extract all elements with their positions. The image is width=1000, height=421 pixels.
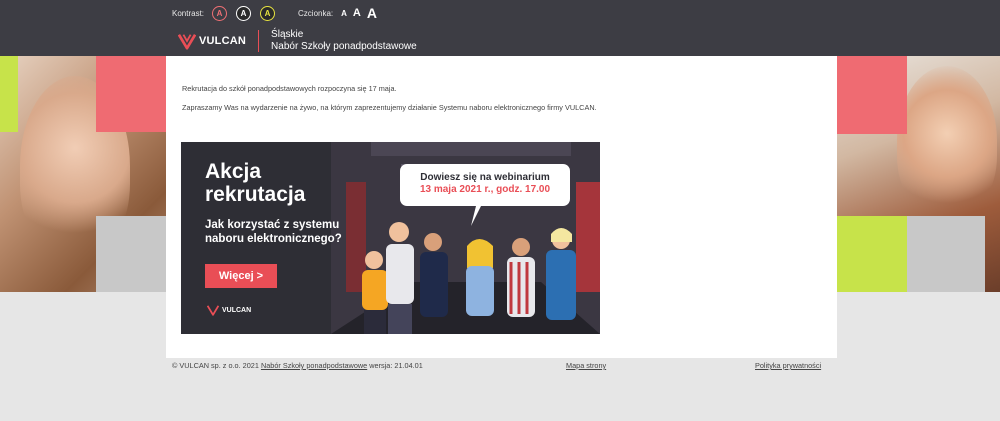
right-decorative-photo (837, 56, 1000, 292)
system-link[interactable]: Nabór Szkoły ponadpodstawowe (261, 361, 367, 370)
contrast-white-button[interactable]: A (236, 5, 252, 21)
banner-logo: VULCAN (207, 304, 251, 316)
right-gray-block (907, 216, 985, 292)
bubble-date: 13 maja 2021 r., godz. 17.00 (419, 184, 551, 195)
banner-subtitle-line1: Jak korzystać z systemu (205, 219, 340, 231)
brand-divider (258, 30, 260, 52)
webinar-banner[interactable]: Akcja rekrutacja Jak korzystać z systemu… (181, 142, 600, 334)
font-small-button[interactable]: A (341, 9, 347, 18)
right-face (897, 66, 997, 216)
banner-title: Akcja rekrutacja (205, 160, 305, 206)
right-pink-block (837, 56, 907, 134)
copyright-text: © VULCAN sp. z o.o. 2021 (172, 361, 259, 370)
page-footer: © VULCAN sp. z o.o. 2021 Nabór Szkoły po… (0, 358, 1000, 421)
right-lime-block (837, 216, 907, 292)
announcement-text: Rekrutacja do szkół ponadpodstawowych ro… (182, 84, 397, 93)
banner-title-line1: Akcja (205, 160, 262, 183)
banner-vulcan-logo-icon (207, 305, 219, 316)
accessibility-bar: Kontrast: A A A Czcionka: A A A (172, 5, 383, 21)
banner-subtitle-line2: naboru elektronicznego? (205, 233, 342, 245)
bubble-line1: Dowiesz się na webinarium (420, 172, 550, 183)
left-gray-block (96, 216, 166, 292)
left-decorative-photo (0, 56, 166, 292)
invitation-text: Zapraszamy Was na wydarzenie na żywo, na… (182, 103, 597, 112)
banner-title-line2: rekrutacja (205, 183, 306, 206)
font-large-button[interactable]: A (367, 5, 377, 21)
font-size-label: Czcionka: (298, 8, 334, 18)
sitemap-link[interactable]: Mapa strony (566, 361, 606, 370)
left-lime-block (0, 56, 18, 132)
contrast-label: Kontrast: (172, 8, 205, 18)
system-title: Śląskie Nabór Szkoły ponadpodstawowe (271, 29, 417, 53)
font-medium-button[interactable]: A (353, 7, 361, 19)
brand-bar[interactable]: VULCAN Śląskie Nabór Szkoły ponadpodstaw… (178, 29, 417, 53)
top-header: Kontrast: A A A Czcionka: A A A VULCAN Ś… (0, 0, 1000, 56)
footer-copyright-line: © VULCAN sp. z o.o. 2021 Nabór Szkoły po… (172, 361, 423, 370)
more-button[interactable]: Więcej > (205, 264, 277, 288)
contrast-yellow-button[interactable]: A (260, 5, 276, 21)
region-name: Śląskie (271, 29, 304, 40)
banner-subtitle: Jak korzystać z systemu naboru elektroni… (205, 218, 375, 246)
contrast-default-button[interactable]: A (212, 5, 228, 21)
left-pink-block (96, 56, 166, 132)
banner-logo-text: VULCAN (222, 306, 252, 314)
webinar-speech-bubble: Dowiesz się na webinarium 13 maja 2021 r… (400, 164, 570, 206)
logo-text: VULCAN (199, 35, 247, 47)
system-name: Nabór Szkoły ponadpodstawowe (271, 41, 417, 52)
vulcan-logo-icon (178, 34, 196, 50)
version-text: wersja: 21.04.01 (369, 361, 423, 370)
privacy-policy-link[interactable]: Polityka prywatności (755, 361, 821, 370)
